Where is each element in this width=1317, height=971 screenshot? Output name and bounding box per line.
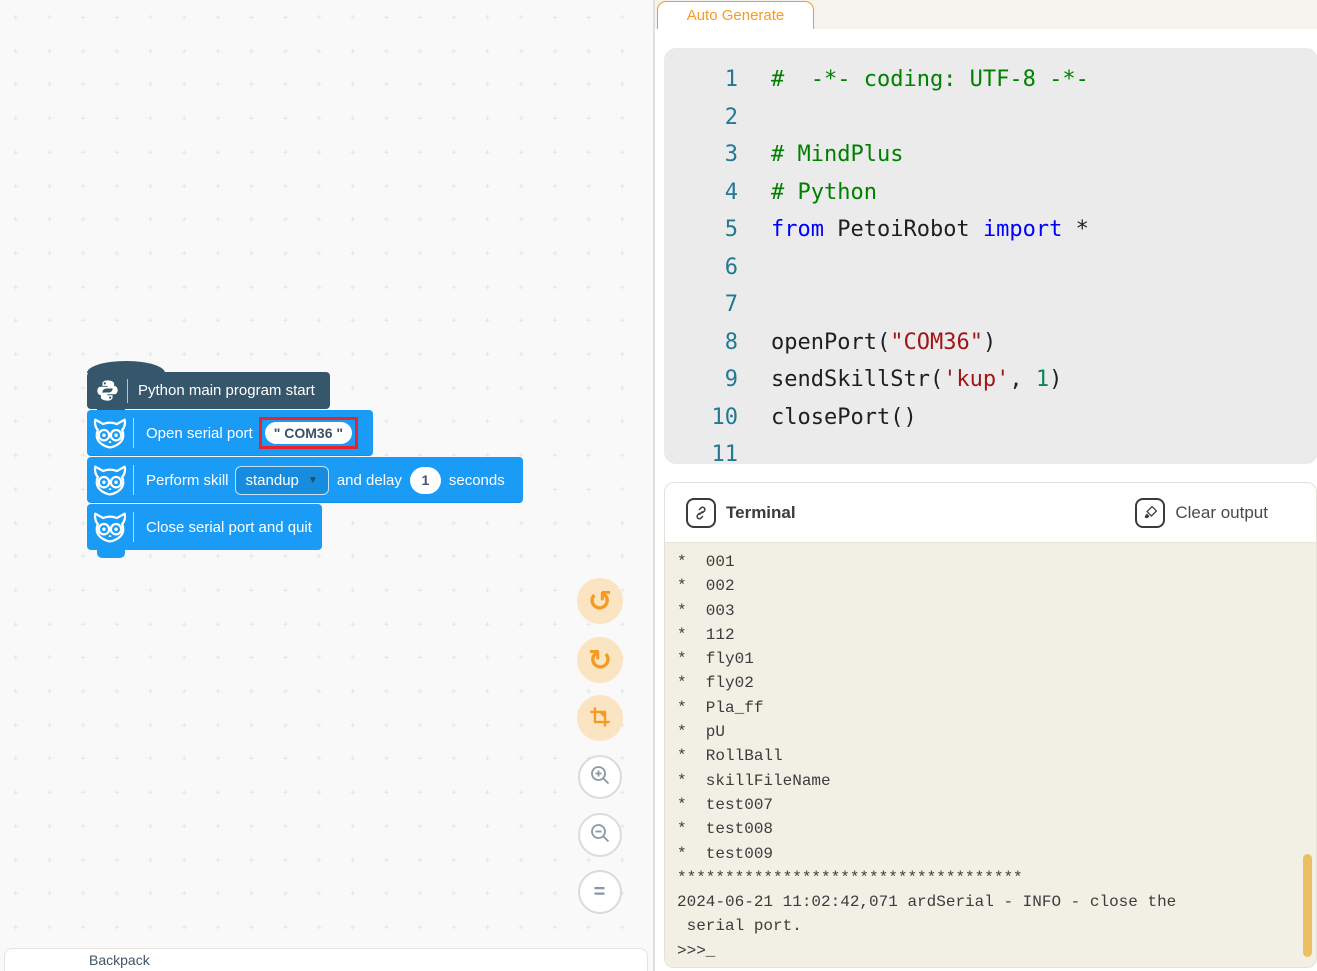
center-blocks-button[interactable] [577, 695, 623, 741]
clear-brush-icon [1135, 497, 1166, 528]
undo-icon: ↺ [587, 584, 613, 618]
chevron-down-icon: ▼ [307, 474, 318, 486]
terminal-panel: Terminal Clear output * 001 * 002 * 003 … [664, 482, 1317, 968]
block-python-main-start[interactable]: Python main program start [87, 361, 330, 416]
terminal-header: Terminal Clear output [665, 483, 1316, 542]
code-panel: Auto Generate 1 # -*- coding: UTF-8 -*- 2 3… [654, 0, 1317, 971]
undo-button[interactable]: ↺ [577, 578, 623, 624]
block-perform-skill[interactable]: Perform skill standup ▼ and delay 1 seco… [87, 457, 523, 503]
block-canvas[interactable]: Python main program start Open serial po… [0, 0, 654, 971]
block-label: Close serial port and quit [146, 518, 312, 536]
backpack-label: Backpack [89, 952, 150, 968]
block-close-serial-port[interactable]: Close serial port and quit [87, 504, 322, 558]
serial-port-input[interactable]: " COM36 " [264, 422, 353, 444]
block-label: Python main program start [138, 382, 315, 399]
com-port-highlight: " COM36 " [258, 417, 359, 449]
skill-dropdown[interactable]: standup ▼ [234, 465, 329, 495]
zoom-reset-icon: = [593, 880, 607, 903]
terminal-output-area[interactable]: * 001 * 002 * 003 * 112 * fly01 * fly02 … [665, 542, 1316, 967]
divider [133, 465, 134, 495]
zoom-out-icon [588, 821, 612, 850]
crop-icon [589, 701, 611, 735]
link-icon [686, 497, 716, 528]
petoi-cat-icon [87, 416, 133, 451]
block-label: Perform skill [146, 471, 229, 489]
zoom-reset-button[interactable]: = [578, 870, 622, 914]
zoom-in-icon [588, 763, 612, 792]
delay-seconds-input[interactable]: 1 [409, 466, 441, 494]
skill-dropdown-value: standup [245, 471, 299, 489]
tab-auto-generate[interactable]: Auto Generate [657, 1, 814, 29]
python-icon [87, 378, 127, 403]
backpack-bar[interactable]: Backpack [4, 948, 648, 971]
petoi-cat-icon [87, 510, 133, 545]
clear-output-button[interactable]: Clear output [1135, 497, 1268, 528]
divider [133, 512, 134, 542]
petoi-cat-icon [87, 463, 133, 498]
terminal-output: * 001 * 002 * 003 * 112 * fly01 * fly02 … [677, 553, 1177, 960]
clear-output-label: Clear output [1175, 502, 1268, 522]
redo-icon: ↻ [587, 643, 613, 677]
divider [133, 418, 134, 448]
terminal-title: Terminal [726, 502, 796, 522]
terminal-scrollbar[interactable] [1303, 854, 1312, 957]
tab-bar: Auto Generate [655, 0, 1317, 29]
zoom-out-button[interactable] [578, 813, 622, 857]
redo-button[interactable]: ↻ [577, 637, 623, 683]
mindplus-window: Python main program start Open serial po… [0, 0, 1317, 971]
zoom-in-button[interactable] [578, 755, 622, 799]
block-open-serial-port[interactable]: Open serial port " COM36 " [87, 410, 373, 456]
divider [127, 378, 128, 403]
block-label: seconds [448, 471, 505, 489]
code-lines: 1 # -*- coding: UTF-8 -*- 2 3 # MindPlus 4 # P… [711, 67, 1089, 464]
block-label: Open serial port [146, 424, 253, 442]
tab-label: Auto Generate [686, 7, 785, 24]
block-label: and delay [336, 471, 402, 489]
code-editor[interactable]: 1 # -*- coding: UTF-8 -*- 2 3 # MindPlus 4 # P… [664, 48, 1317, 464]
